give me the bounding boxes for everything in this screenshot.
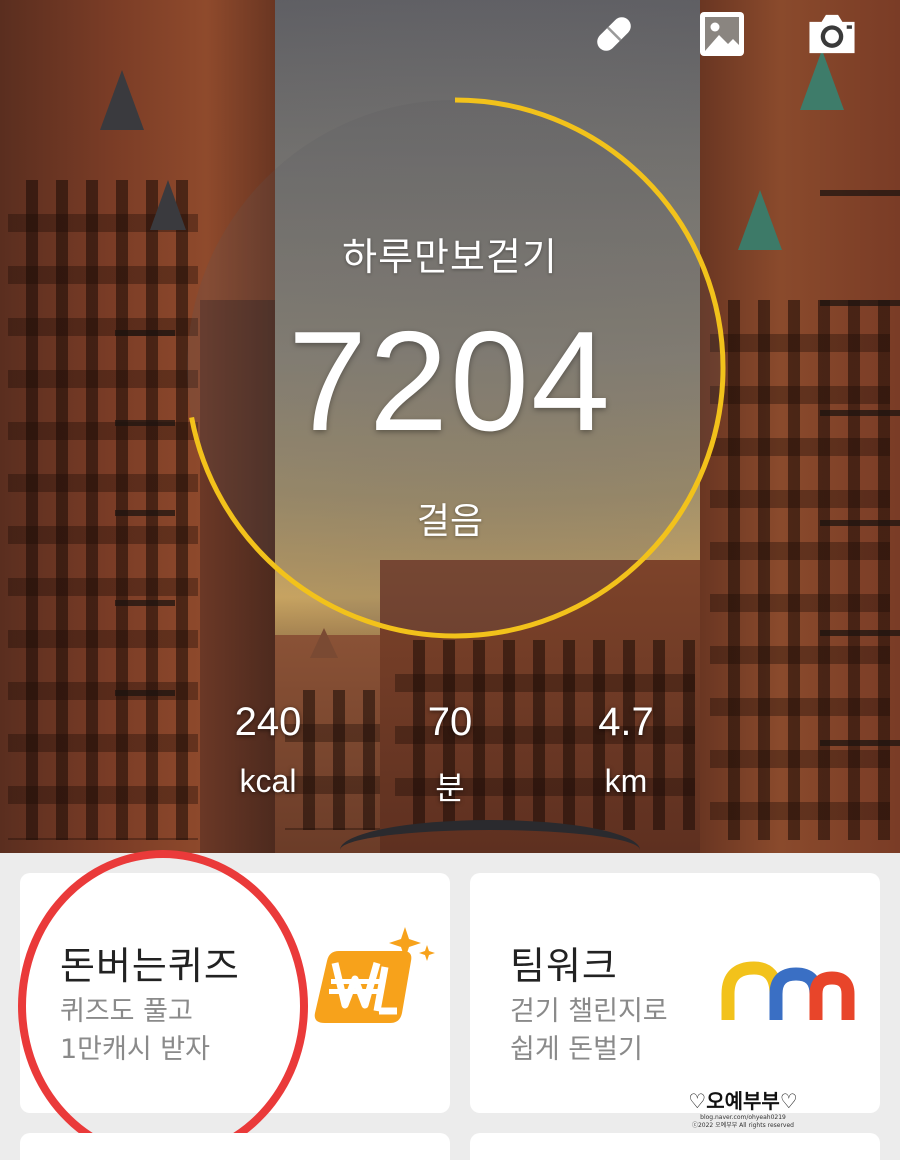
pill-icon[interactable] [588,8,640,60]
highlight-circle [18,850,308,1160]
stat-unit: 분 [435,770,465,806]
next-card-right[interactable] [470,1133,880,1160]
teamwork-card-line1: 걷기 챌린지로 [510,996,668,1027]
team-bars-icon [721,961,855,1020]
blog-watermark: ♡오예부부♡ blog.naver.com/ohyeah0219 ⓒ2022 오… [688,1085,798,1130]
watermark-url: blog.naver.com/ohyeah0219 [700,1114,786,1121]
spire [100,70,144,130]
stat-unit: km [604,763,648,799]
walking-goal-title: 하루만보걷기 [342,235,558,279]
stat-unit: kcal [239,763,297,799]
teamwork-card-title: 팀워크 [510,944,618,988]
stat-value: 4.7 [598,700,654,744]
step-count: 7204 [288,302,612,461]
teamwork-card[interactable]: 팀워크 걷기 챌린지로 쉽게 돈벌기 [470,873,880,1113]
won-sparkle-icon [314,927,435,1023]
step-unit: 걸음 [416,501,484,542]
distance-stat: 4.7 km [546,700,706,800]
image-icon[interactable] [696,8,748,60]
minutes-stat: 70 분 [370,700,530,809]
camera-icon[interactable] [806,8,858,60]
stat-value: 240 [234,700,302,744]
teamwork-card-subtitle: 걷기 챌린지로 쉽게 돈벌기 [510,993,668,1069]
calories-stat: 240 kcal [188,700,348,800]
watermark-name: ♡오예부부♡ [688,1089,798,1113]
stat-value: 70 [427,700,473,744]
teamwork-card-line2: 쉽게 돈벌기 [510,1034,643,1065]
watermark-copyright: ⓒ2022 오예부부 All rights reserved [691,1122,794,1129]
next-card-left[interactable] [20,1133,450,1160]
